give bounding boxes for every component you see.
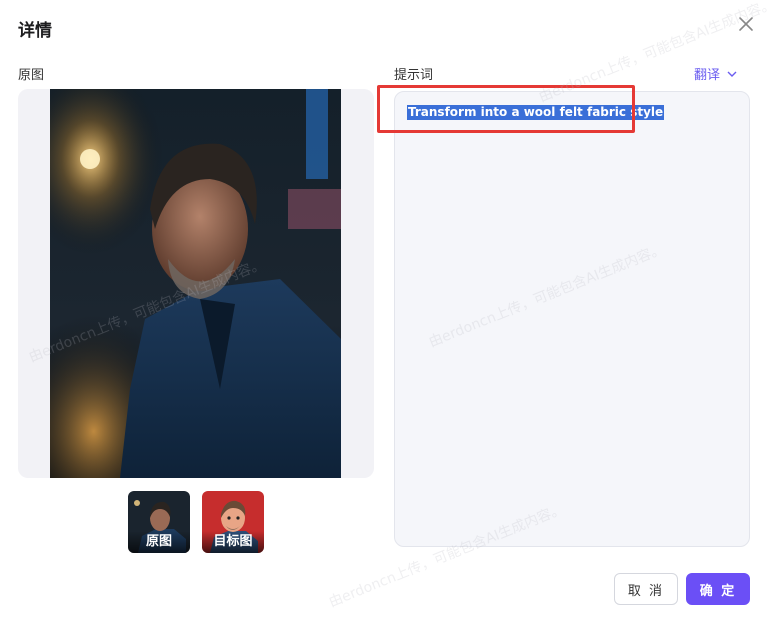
translate-label: 翻译 — [694, 68, 721, 83]
prompt-textarea[interactable]: Transform into a wool felt fabric style — [394, 91, 750, 547]
cancel-button[interactable]: 取 消 — [614, 573, 678, 605]
confirm-button[interactable]: 确 定 — [686, 573, 750, 605]
original-image-label: 原图 — [18, 68, 45, 83]
thumbnail-original[interactable]: 原图 — [128, 491, 190, 553]
annotation-highlight-box — [377, 85, 635, 133]
chevron-down-icon — [727, 71, 737, 77]
detail-dialog: 详情 原图 原图 目标图 提示词 翻译 Transform into a woo… — [0, 0, 772, 621]
dialog-title: 详情 — [18, 21, 52, 41]
original-image-panel — [18, 89, 374, 478]
close-icon[interactable] — [736, 14, 756, 34]
thumbnail-original-caption: 原图 — [128, 531, 190, 553]
thumbnail-target-caption: 目标图 — [202, 531, 264, 553]
prompt-label: 提示词 — [394, 68, 434, 83]
original-photo — [50, 89, 341, 478]
thumbnail-target[interactable]: 目标图 — [202, 491, 264, 553]
translate-dropdown[interactable]: 翻译 — [694, 64, 738, 83]
